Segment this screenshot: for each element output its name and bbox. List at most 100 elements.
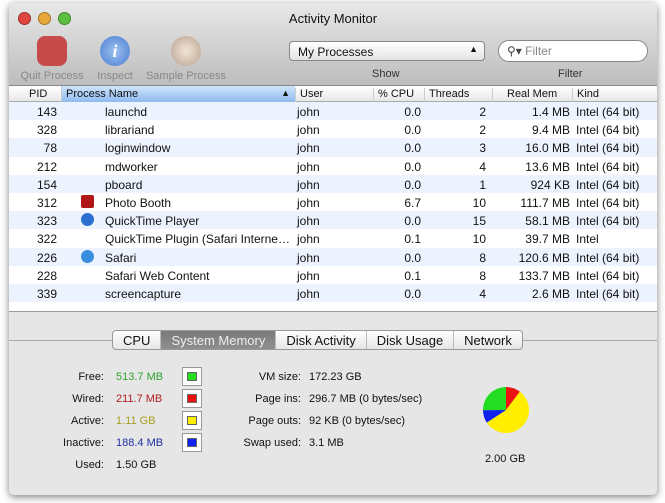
pid: 226 xyxy=(36,250,57,265)
table-row[interactable]: 226 Safari john 0.0 8 120.6 MB Intel (64 … xyxy=(9,247,657,266)
cpu: 0.0 xyxy=(404,105,421,119)
user: john xyxy=(297,232,320,247)
user: john xyxy=(297,214,320,229)
table-row[interactable]: 323 QuickTime Player john 0.0 15 58.1 MB … xyxy=(9,211,657,230)
real-mem: 58.1 MB xyxy=(525,214,570,229)
table-row[interactable]: 322 QuickTime Plugin (Safari Interne… joh… xyxy=(9,229,657,247)
col-kind[interactable]: Kind xyxy=(572,88,657,102)
real-mem: 120.6 MB xyxy=(518,250,570,265)
real-mem: 1.4 MB xyxy=(531,105,570,119)
photo-booth-icon xyxy=(81,194,94,208)
table-row[interactable]: 339 screencapture john 0.0 4 2.6 MB Intel… xyxy=(9,283,657,303)
threads: 4 xyxy=(479,286,486,301)
safari-icon xyxy=(81,249,94,263)
real-mem: 39.7 MB xyxy=(525,232,570,247)
cpu: 0.0 xyxy=(404,214,421,229)
tab-disk-usage[interactable]: Disk Usage xyxy=(367,331,455,349)
pid: 328 xyxy=(36,123,57,138)
col-pid[interactable]: PID xyxy=(9,88,61,102)
process-name: QuickTime Player xyxy=(105,214,200,229)
vm-value: 92 KB (0 bytes/sec) xyxy=(309,415,405,427)
vm-value: 172.23 GB xyxy=(309,371,362,383)
table-header: PID Process Name ▲ User % CPU Threads Rea… xyxy=(9,86,657,102)
pid: 228 xyxy=(36,268,57,283)
threads: 1 xyxy=(479,177,486,192)
vm-label: Page ins: xyxy=(255,393,301,405)
search-icon: ⚲▾ xyxy=(507,44,526,58)
process-name: mdworker xyxy=(105,159,158,174)
stop-sign-icon xyxy=(37,36,67,66)
mem-value: 188.4 MB xyxy=(116,437,164,449)
filter-label: Filter xyxy=(558,68,583,80)
memory-panel: CPU System Memory Disk Activity Disk Usage N… xyxy=(9,313,657,495)
user: john xyxy=(297,286,320,301)
tab-cpu[interactable]: CPU xyxy=(113,331,162,349)
mem-label: Active: xyxy=(70,415,104,427)
activity-monitor-window: Activity Monitor Quit Process i Inspect S… xyxy=(9,3,657,495)
used-label: Used: xyxy=(75,459,104,471)
threads: 2 xyxy=(479,105,486,119)
kind: Intel (64 bit) xyxy=(576,105,640,119)
table-row[interactable]: 212 mdworker john 0.0 4 13.6 MB Intel (64… xyxy=(9,157,657,175)
col-threads[interactable]: Threads xyxy=(424,88,492,102)
pid: 322 xyxy=(36,232,57,247)
mem-value: 1.11 GB xyxy=(116,415,156,427)
user: john xyxy=(297,177,320,192)
updown-arrow-icon: ▲ xyxy=(469,44,478,54)
real-mem: 9.4 MB xyxy=(531,123,570,138)
cpu: 0.0 xyxy=(404,286,421,301)
threads: 8 xyxy=(479,250,486,265)
kind: Intel (64 bit) xyxy=(576,123,640,138)
show-select[interactable]: My Processes ▲ xyxy=(289,41,485,61)
sample-process-button[interactable]: Sample Process xyxy=(143,36,229,82)
process-name: QuickTime Plugin (Safari Interne… xyxy=(105,232,290,247)
kind: Intel xyxy=(576,232,599,247)
real-mem: 924 KB xyxy=(530,177,570,192)
table-row[interactable]: 154 pboard john 0.0 1 924 KB Intel (64 bi… xyxy=(9,174,657,193)
memory-pie-chart xyxy=(483,387,529,433)
tab-disk-activity[interactable]: Disk Activity xyxy=(276,331,367,349)
col-user[interactable]: User xyxy=(295,88,373,102)
vm-value: 3.1 MB xyxy=(309,437,344,449)
user: john xyxy=(297,195,320,210)
kind: Intel (64 bit) xyxy=(576,268,640,283)
table-row[interactable]: 78 loginwindow john 0.0 3 16.0 MB Intel (… xyxy=(9,138,657,157)
user: john xyxy=(297,159,320,174)
real-mem: 16.0 MB xyxy=(525,141,570,156)
pid: 339 xyxy=(36,286,57,301)
table-row[interactable]: 328 librariand john 0.0 2 9.4 MB Intel (6… xyxy=(9,120,657,138)
vm-label: VM size: xyxy=(258,371,301,383)
quit-process-button[interactable]: Quit Process xyxy=(17,36,87,82)
total-memory: 2.00 GB xyxy=(485,453,526,465)
pie-slice-free xyxy=(483,387,506,411)
table-row[interactable]: 312 Photo Booth john 6.7 10 111.7 MB Inte… xyxy=(9,193,657,211)
process-name: librariand xyxy=(105,123,155,138)
used-value: 1.50 GB xyxy=(116,459,157,471)
process-name: loginwindow xyxy=(105,141,171,156)
sort-ascending-icon: ▲ xyxy=(281,88,290,98)
inspect-button[interactable]: i Inspect xyxy=(93,36,137,82)
cpu: 0.0 xyxy=(404,159,421,174)
table-row[interactable]: 143 launchd john 0.0 2 1.4 MB Intel (64 b… xyxy=(9,102,657,121)
threads: 10 xyxy=(472,195,486,210)
pid: 312 xyxy=(36,195,57,210)
cpu: 0.1 xyxy=(404,232,421,247)
col-real-mem[interactable]: Real Mem xyxy=(492,88,572,102)
col-process-name[interactable]: Process Name ▲ xyxy=(61,86,295,102)
user: john xyxy=(297,250,320,265)
pid: 154 xyxy=(36,177,57,192)
vm-label: Swap used: xyxy=(243,437,301,449)
tab-network[interactable]: Network xyxy=(454,331,522,349)
threads: 15 xyxy=(472,214,486,229)
tab-system-memory[interactable]: System Memory xyxy=(161,331,277,349)
toolbar: Activity Monitor Quit Process i Inspect S… xyxy=(9,3,657,86)
col-cpu[interactable]: % CPU xyxy=(373,88,424,102)
user: john xyxy=(297,105,320,119)
show-label: Show xyxy=(372,68,400,80)
real-mem: 13.6 MB xyxy=(525,159,570,174)
filter-input[interactable]: ⚲▾ Filter xyxy=(498,40,648,62)
process-table[interactable]: 143 launchd john 0.0 2 1.4 MB Intel (64 b… xyxy=(9,102,657,312)
cpu: 0.0 xyxy=(404,141,421,156)
table-row[interactable]: 228 Safari Web Content john 0.1 8 133.7 M… xyxy=(9,266,657,284)
kind: Intel (64 bit) xyxy=(576,177,640,192)
